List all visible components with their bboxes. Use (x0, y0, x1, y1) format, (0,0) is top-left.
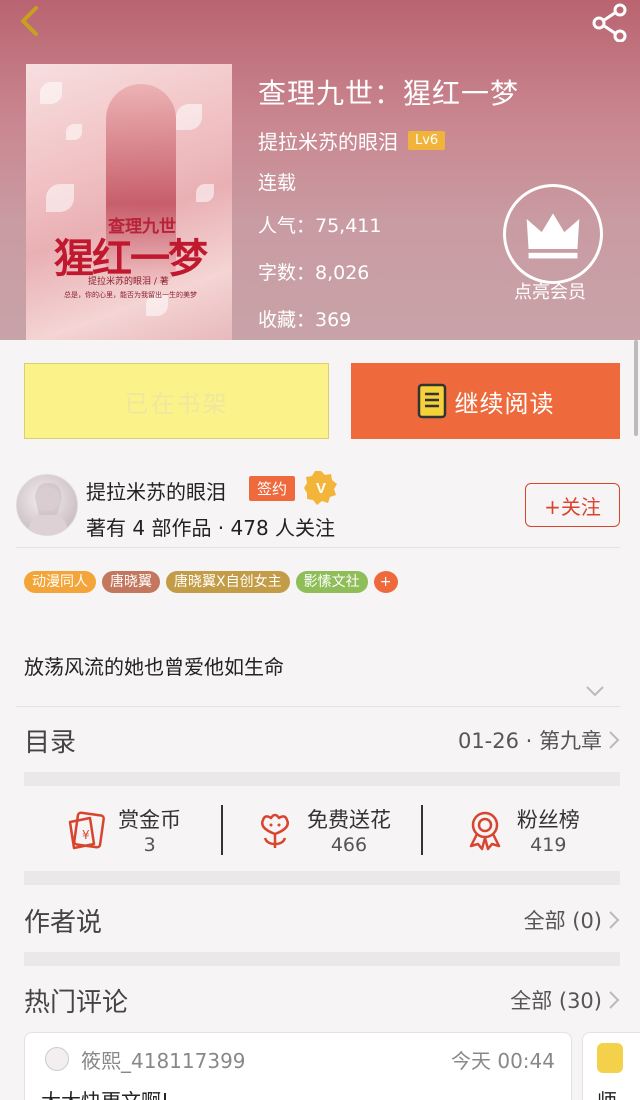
continue-reading-button[interactable]: 继续阅读 (351, 363, 620, 439)
tag-chip[interactable]: 唐晓翼X自创女主 (166, 571, 290, 593)
free-flower-button[interactable]: 免费送花 466 (223, 804, 420, 856)
share-icon[interactable] (590, 2, 630, 42)
commenter-avatar[interactable] (597, 1043, 623, 1073)
hot-comments-row[interactable]: 热门评论 全部 (30) (24, 978, 620, 1022)
add-tag-button[interactable]: + (373, 571, 398, 593)
medal-icon (469, 811, 501, 851)
back-arrow-icon[interactable] (14, 4, 48, 38)
book-author-line: 提拉米苏的眼泪 Lv6 (258, 126, 446, 155)
book-title: 查理九世：猩红一梦 (258, 77, 520, 110)
catalog-row[interactable]: 目录 01-26 · 第九章 (24, 720, 620, 760)
author-says-all: 全部 (0) (523, 909, 602, 933)
cover-tagline: 总是，你的心里，能否为我留出一生的美梦 (64, 291, 197, 299)
free-flower-count: 466 (330, 834, 368, 856)
book-word-count: 字数：8,026 (258, 262, 370, 284)
commenter-avatar[interactable] (45, 1047, 69, 1071)
in-bookshelf-button[interactable]: 已在书架 (24, 363, 329, 439)
vip-label: 点亮会员 (514, 282, 586, 303)
reward-coins-count: 3 (143, 834, 156, 856)
expand-chevron-icon[interactable] (585, 684, 605, 698)
book-status: 连载 (258, 172, 297, 194)
free-flower-label: 免费送花 (306, 808, 391, 832)
follow-button[interactable]: +关注 (525, 483, 620, 527)
section-gap (24, 952, 620, 966)
hot-comments-label: 热门评论 (24, 987, 129, 1018)
signed-badge: 签约 (249, 476, 296, 501)
book-author-name[interactable]: 提拉米苏的眼泪 (258, 126, 398, 155)
author-avatar[interactable] (16, 474, 78, 536)
author-name[interactable]: 提拉米苏的眼泪 (86, 476, 226, 505)
catalog-label: 目录 (24, 727, 77, 758)
continue-reading-label: 继续阅读 (454, 389, 555, 418)
book-favorites: 收藏：369 (258, 309, 352, 331)
commenter-name[interactable]: 筱熙_418117399 (81, 1045, 246, 1074)
author-says-label: 作者说 (24, 907, 103, 938)
red-packet-icon: ¥ (68, 811, 106, 850)
book-cover[interactable]: 查理九世 猩红一梦 提拉米苏的眼泪 / 著 总是，你的心里，能否为我留出一生的美… (26, 64, 232, 340)
avatar-illustration (27, 482, 69, 535)
book-summary: 放荡风流的她也曾爱他如生命 (24, 655, 284, 679)
scrollbar[interactable] (634, 340, 638, 436)
chevron-right-icon (609, 731, 620, 749)
v-badge-text: V (316, 480, 326, 497)
section-gap (24, 871, 620, 885)
fan-ranking-button[interactable]: 粉丝榜 419 (423, 804, 620, 856)
latest-chapter: 01-26 · 第九章 (457, 729, 602, 753)
book-header: 查理九世 猩红一梦 提拉米苏的眼泪 / 著 总是，你的心里，能否为我留出一生的美… (0, 0, 640, 340)
author-stats: 著有 4 部作品 · 478 人关注 (86, 516, 336, 540)
section-gap (24, 772, 620, 786)
tag-chip[interactable]: 影愫文社 (295, 571, 368, 593)
fan-ranking-label: 粉丝榜 (516, 808, 580, 832)
crown-icon (526, 213, 580, 259)
author-says-row[interactable]: 作者说 全部 (0) (24, 898, 620, 942)
fan-ranking-count: 419 (530, 834, 567, 856)
book-detail-page: 查理九世 猩红一梦 提拉米苏的眼泪 / 著 总是，你的心里，能否为我留出一生的美… (0, 0, 640, 1100)
comment-card[interactable]: 师 (582, 1032, 640, 1100)
chevron-right-icon (609, 991, 620, 1009)
author-level-badge: Lv6 (408, 131, 446, 150)
hot-comments-all: 全部 (30) (510, 989, 602, 1013)
comment-text: 师 (597, 1085, 617, 1100)
divider (16, 706, 620, 707)
cover-author: 提拉米苏的眼泪 / 著 (88, 277, 169, 287)
rewards-bar: ¥ 赏金币 3 免费送花 466 粉丝榜 419 (24, 790, 620, 870)
flower-icon (260, 813, 289, 848)
divider (16, 547, 620, 548)
reward-coins-button[interactable]: ¥ 赏金币 3 (24, 804, 221, 856)
comment-text: 大大快更文啊! (41, 1085, 169, 1100)
book-popularity: 人气：75,411 (258, 215, 382, 237)
comment-card[interactable]: 筱熙_418117399 今天 00:44 大大快更文啊! (24, 1032, 572, 1100)
comment-time: 今天 00:44 (451, 1049, 555, 1073)
tag-chip[interactable]: 动漫同人 (24, 571, 96, 593)
reward-coins-label: 赏金币 (118, 808, 182, 832)
verified-v-icon: V (304, 471, 337, 505)
tag-chip[interactable]: 唐晓翼 (102, 571, 160, 593)
tag-list: 动漫同人 唐晓翼 唐晓翼X自创女主 影愫文社 + (24, 571, 398, 593)
svg-text:¥: ¥ (82, 828, 90, 842)
vip-button[interactable] (503, 184, 603, 284)
book-icon (417, 383, 446, 419)
chevron-right-icon (609, 911, 620, 929)
